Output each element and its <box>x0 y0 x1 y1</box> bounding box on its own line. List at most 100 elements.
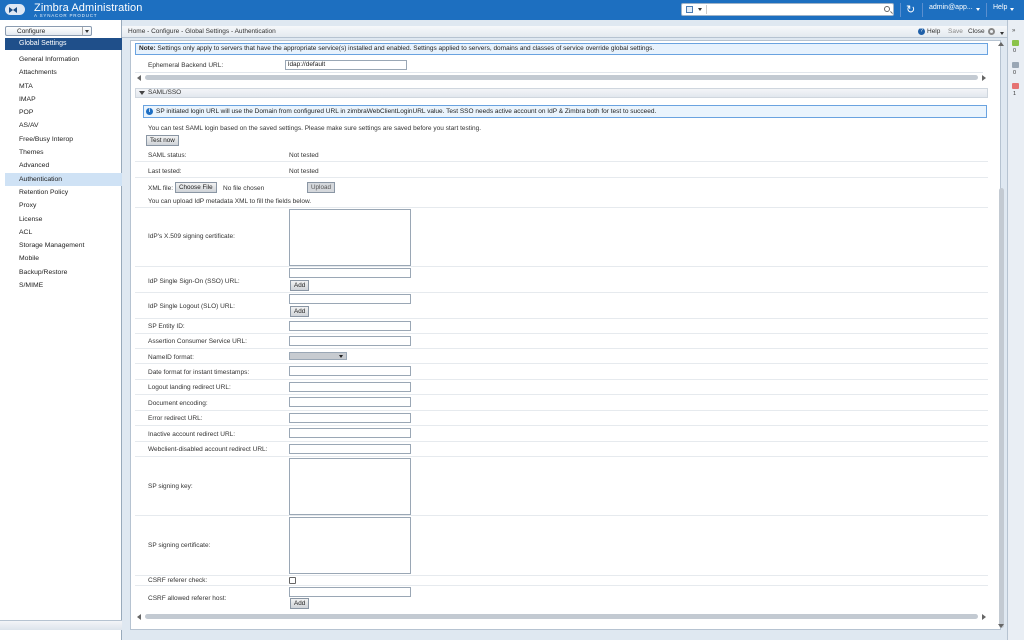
sidebar-item-general-information[interactable]: General Information <box>5 53 122 66</box>
status-alert-icon[interactable] <box>1012 83 1019 89</box>
date-format-field[interactable] <box>289 366 411 376</box>
scroll-thumb[interactable] <box>145 614 978 619</box>
webclient-disabled-field[interactable] <box>289 444 411 454</box>
acs-url-label: Assertion Consumer Service URL: <box>148 338 247 345</box>
inactive-redirect-field[interactable] <box>289 428 411 438</box>
scroll-thumb[interactable] <box>999 188 1004 628</box>
upload-button[interactable]: Upload <box>307 182 335 193</box>
arrow-right-icon[interactable] <box>982 75 986 81</box>
chevron-down-icon[interactable] <box>1000 32 1004 35</box>
sidebar-list: General Information Attachments MTA IMAP… <box>5 53 122 292</box>
sp-key-field[interactable] <box>289 458 411 515</box>
sso-url-field[interactable] <box>289 268 411 278</box>
status-ok-icon[interactable] <box>1012 40 1019 46</box>
nav-arrows-icon[interactable] <box>5 4 25 15</box>
sidebar-item-asav[interactable]: AS/AV <box>5 119 122 132</box>
search-type-dropdown[interactable] <box>683 5 707 14</box>
divider <box>922 3 923 17</box>
main-panel: Home - Configure - Global Settings - Aut… <box>122 20 1007 640</box>
sidebar-item-license[interactable]: License <box>5 213 122 226</box>
chevron-down-icon <box>339 355 343 358</box>
no-file-text: No file chosen <box>223 185 265 192</box>
sso-add-button[interactable]: Add <box>290 280 310 291</box>
sidebar-item-proxy[interactable]: Proxy <box>5 199 122 212</box>
search-icon[interactable] <box>884 6 890 12</box>
top-bar: Zimbra Administration A SYNACOR PRODUCT … <box>0 0 1024 20</box>
status-alert-count: 1 <box>1013 91 1017 97</box>
status-info-count: 0 <box>1013 70 1017 76</box>
collapse-icon[interactable] <box>139 91 145 95</box>
sidebar-view-dropdown[interactable]: Configure <box>5 26 92 36</box>
doc-encoding-field[interactable] <box>289 397 411 407</box>
sidebar-item-attachments[interactable]: Attachments <box>5 66 122 79</box>
slo-url-field[interactable] <box>289 294 411 304</box>
sidebar-item-themes[interactable]: Themes <box>5 146 122 159</box>
sidebar-item-authentication[interactable]: Authentication <box>5 172 122 186</box>
horizontal-scrollbar-bottom[interactable] <box>135 613 988 620</box>
acs-url-field[interactable] <box>289 336 411 346</box>
entity-id-field[interactable] <box>289 321 411 331</box>
sidebar-item-free-busy-interop[interactable]: Free/Busy Interop <box>5 133 122 146</box>
doc-encoding-row: Document encoding: <box>135 395 988 411</box>
logout-redirect-field[interactable] <box>289 382 411 392</box>
sp-key-row: SP signing key: <box>135 457 988 516</box>
sidebar-item-mobile[interactable]: Mobile <box>5 252 122 265</box>
scroll-thumb[interactable] <box>145 75 978 80</box>
close-button[interactable]: Close <box>968 28 985 35</box>
sidebar-item-pop[interactable]: POP <box>5 106 122 119</box>
search-input[interactable] <box>681 3 894 16</box>
error-redirect-field[interactable] <box>289 413 411 423</box>
sidebar-header[interactable]: Global Settings <box>5 38 122 50</box>
sp-cert-field[interactable] <box>289 517 411 574</box>
app-subtitle: A SYNACOR PRODUCT <box>34 13 98 18</box>
csrf-check-checkbox[interactable] <box>289 577 296 584</box>
doc-encoding-label: Document encoding: <box>148 400 208 407</box>
csrf-add-button[interactable]: Add <box>290 598 310 609</box>
brand: Zimbra Administration A SYNACOR PRODUCT <box>34 2 142 18</box>
slo-add-button[interactable]: Add <box>290 306 310 317</box>
chevron-down-icon[interactable] <box>82 27 91 35</box>
test-hint: You can test SAML login based on the sav… <box>148 125 482 132</box>
csrf-host-field[interactable] <box>289 587 411 597</box>
arrow-up-icon[interactable] <box>998 42 1004 46</box>
test-now-button[interactable]: Test now <box>146 135 179 146</box>
vertical-scrollbar[interactable] <box>998 40 1005 630</box>
arrow-left-icon[interactable] <box>137 614 141 620</box>
arrow-right-icon[interactable] <box>982 614 986 620</box>
sidebar-item-storage-management[interactable]: Storage Management <box>5 239 122 252</box>
sidebar-item-retention-policy[interactable]: Retention Policy <box>5 186 122 199</box>
refresh-icon[interactable]: ↻ <box>906 3 915 16</box>
sidebar-item-imap[interactable]: IMAP <box>5 93 122 106</box>
sso-url-row: IdP Single Sign-On (SSO) URL: Add <box>135 267 988 293</box>
sidebar-item-advanced[interactable]: Advanced <box>5 159 122 172</box>
chevron-down-icon[interactable] <box>976 8 980 11</box>
ephemeral-url-field[interactable]: ldap://default <box>285 60 407 70</box>
arrow-left-icon[interactable] <box>137 75 141 81</box>
error-redirect-row: Error redirect URL: <box>135 411 988 426</box>
info-icon: i <box>146 108 153 115</box>
idp-cert-field[interactable] <box>289 209 411 266</box>
saml-status-row: SAML status: Not tested <box>135 148 988 162</box>
sidebar-item-acl[interactable]: ACL <box>5 226 122 239</box>
collapse-panel-icon[interactable]: » <box>1012 28 1015 34</box>
sidebar-item-mta[interactable]: MTA <box>5 80 122 93</box>
help-menu[interactable]: Help <box>993 4 1007 11</box>
horizontal-scrollbar[interactable] <box>135 74 988 81</box>
saml-section-header[interactable]: SAML/SSO <box>135 88 988 98</box>
choose-file-button[interactable]: Choose File <box>175 182 217 193</box>
sidebar-item-smime[interactable]: S/MIME <box>5 279 122 292</box>
save-button[interactable]: Save <box>948 28 963 35</box>
xml-file-label: XML file: <box>148 185 174 192</box>
nameid-select[interactable] <box>289 352 347 360</box>
status-ok-count: 0 <box>1013 48 1017 54</box>
chevron-down-icon[interactable] <box>1010 8 1014 11</box>
gear-icon[interactable] <box>988 28 995 35</box>
idp-cert-label: IdP's X.509 signing certificate: <box>148 233 235 240</box>
user-menu[interactable]: admin@app... <box>929 4 973 11</box>
upload-hint: You can upload IdP metadata XML to fill … <box>148 198 312 205</box>
help-button[interactable]: ? Help <box>918 28 940 35</box>
search-type-icon <box>686 6 693 13</box>
status-info-icon[interactable] <box>1012 62 1019 68</box>
sidebar-item-backup-restore[interactable]: Backup/Restore <box>5 266 122 279</box>
arrow-down-icon[interactable] <box>998 624 1004 628</box>
